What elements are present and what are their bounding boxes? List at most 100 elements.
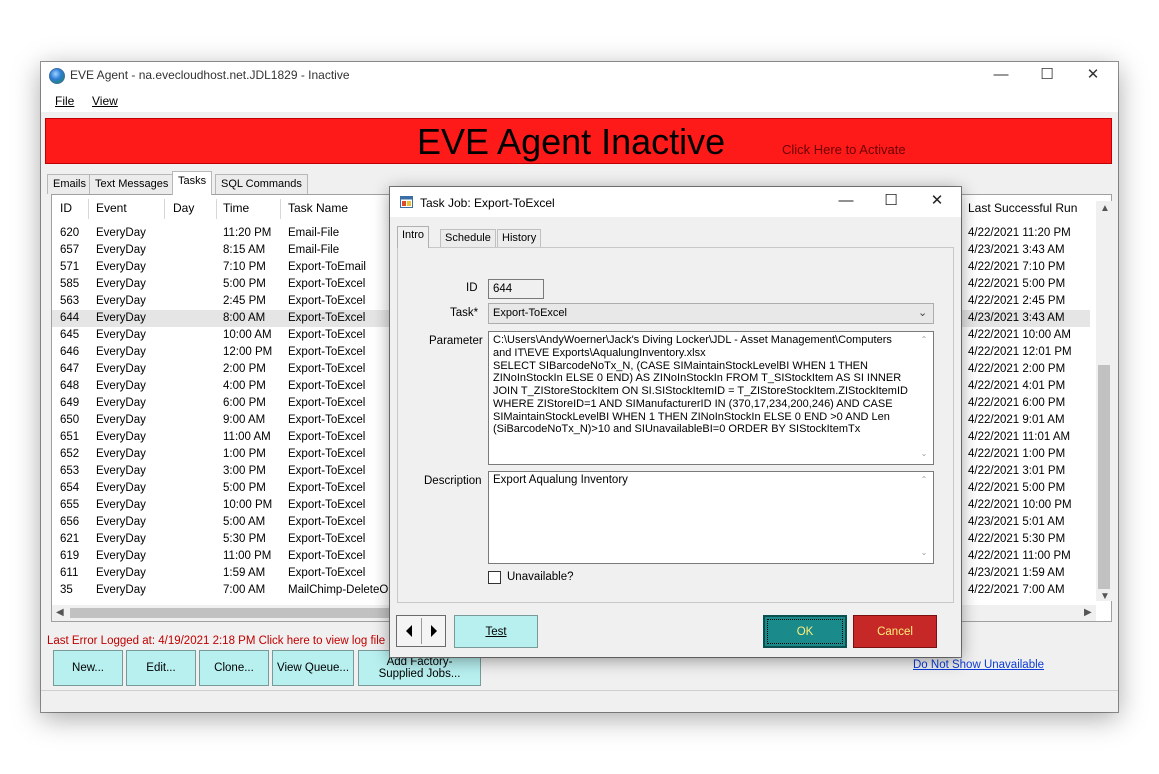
window-title: EVE Agent - na.evecloudhost.net.JDL1829 … — [70, 68, 350, 82]
parameter-label: Parameter — [429, 335, 483, 347]
clone-button[interactable]: Clone... — [199, 650, 269, 686]
id-label: ID — [466, 282, 478, 294]
table-cell: 655 — [60, 499, 80, 511]
table-cell: 5:00 PM — [223, 278, 266, 290]
unavailable-label[interactable]: Unavailable? — [507, 571, 574, 583]
navigator-divider — [421, 618, 422, 644]
add-factory-jobs-label: Add Factory-Supplied Jobs... — [378, 656, 461, 680]
tab-tasks[interactable]: Tasks — [172, 171, 213, 195]
scroll-left-icon[interactable]: ◀ — [56, 607, 64, 618]
table-cell: 654 — [60, 482, 80, 494]
column-divider[interactable] — [164, 199, 165, 219]
table-cell: 12:00 PM — [223, 346, 273, 358]
cancel-button[interactable]: Cancel — [853, 615, 937, 648]
table-cell: 8:15 AM — [223, 244, 266, 256]
task-select[interactable]: Export-ToExcel — [488, 303, 934, 324]
menu-view[interactable]: View — [92, 94, 118, 108]
table-cell: 652 — [60, 448, 80, 460]
table-cell: 653 — [60, 465, 80, 477]
table-cell: 4/22/2021 4:01 PM — [968, 380, 1066, 392]
dialog-title-bar[interactable]: Task Job: Export-ToExcel — ☐ ✕ — [390, 187, 961, 217]
horizontal-scroll-thumb[interactable] — [70, 608, 410, 618]
scroll-down-icon[interactable]: ▼ — [1100, 591, 1110, 602]
do-not-show-unavailable-link[interactable]: Do Not Show Unavailable — [913, 659, 1044, 671]
tab-sql-commands[interactable]: SQL Commands — [215, 174, 308, 194]
parameter-textarea[interactable]: C:\Users\AndyWoerner\Jack's Diving Locke… — [488, 331, 934, 465]
task-label: Task* — [450, 307, 479, 319]
table-cell: Export-ToExcel — [288, 363, 366, 375]
table-cell: 10:00 AM — [223, 329, 272, 341]
table-cell: Export-ToExcel — [288, 448, 366, 460]
tab-intro[interactable]: Intro — [397, 226, 430, 248]
scroll-up-icon[interactable]: ⌃ — [916, 475, 932, 484]
scroll-down-icon[interactable]: ⌄ — [916, 548, 932, 557]
view-queue-button[interactable]: View Queue... — [272, 650, 354, 686]
tab-emails[interactable]: Emails — [47, 174, 93, 194]
column-divider[interactable] — [88, 199, 89, 219]
table-cell: Export-ToExcel — [288, 550, 366, 562]
table-cell: Export-ToExcel — [288, 278, 366, 290]
error-log-link[interactable]: Last Error Logged at: 4/19/2021 2:18 PM … — [47, 635, 385, 647]
column-header-last-run[interactable]: Last Successful Run — [968, 201, 1077, 215]
table-cell: Export-ToExcel — [288, 431, 366, 443]
previous-arrow-icon[interactable] — [406, 625, 412, 637]
chevron-down-icon[interactable]: ⌄ — [918, 306, 927, 319]
table-cell: Export-ToExcel — [288, 499, 366, 511]
title-bar[interactable]: EVE Agent - na.evecloudhost.net.JDL1829 … — [41, 62, 1118, 90]
column-header-day[interactable]: Day — [173, 201, 194, 215]
tab-history[interactable]: History — [497, 229, 542, 247]
table-cell: 656 — [60, 516, 80, 528]
column-divider[interactable] — [216, 199, 217, 219]
table-cell: EveryDay — [96, 499, 146, 511]
tab-schedule[interactable]: Schedule — [440, 229, 496, 247]
menu-file[interactable]: File — [55, 94, 74, 108]
table-cell: 1:59 AM — [223, 567, 266, 579]
column-header-task-name[interactable]: Task Name — [288, 201, 348, 215]
menu-bar: File View — [41, 90, 1118, 112]
activate-link[interactable]: Click Here to Activate — [782, 142, 906, 157]
table-cell: 585 — [60, 278, 80, 290]
table-cell: EveryDay — [96, 567, 146, 579]
tab-text-messages[interactable]: Text Messages — [89, 174, 175, 194]
new-button[interactable]: New... — [53, 650, 123, 686]
close-button[interactable]: ✕ — [1070, 62, 1116, 90]
table-cell: Email-File — [288, 244, 340, 256]
table-cell: 4/22/2021 11:00 PM — [968, 550, 1071, 562]
table-cell: EveryDay — [96, 346, 146, 358]
scroll-down-icon[interactable]: ⌄ — [916, 449, 932, 458]
table-cell: EveryDay — [96, 533, 146, 545]
table-cell: 11:20 PM — [223, 227, 272, 239]
table-cell: 4/22/2021 12:01 PM — [968, 346, 1072, 358]
test-button-label: Test — [485, 625, 507, 638]
table-cell: Export-ToExcel — [288, 516, 366, 528]
table-cell: 4/22/2021 6:00 PM — [968, 397, 1066, 409]
test-button[interactable]: Test — [454, 615, 538, 648]
unavailable-checkbox[interactable] — [488, 571, 501, 584]
next-arrow-icon[interactable] — [431, 625, 437, 637]
description-textarea[interactable]: Export Aqualung Inventory — [488, 471, 934, 564]
table-cell: EveryDay — [96, 244, 146, 256]
ok-button[interactable]: OK — [763, 615, 847, 648]
app-icon — [49, 68, 65, 84]
dialog-maximize-button[interactable]: ☐ — [868, 190, 914, 214]
status-banner[interactable]: EVE Agent Inactive Click Here to Activat… — [45, 118, 1112, 164]
table-cell: 4/22/2021 11:20 PM — [968, 227, 1071, 239]
dialog-close-button[interactable]: ✕ — [914, 190, 960, 214]
column-header-event[interactable]: Event — [96, 201, 127, 215]
table-cell: 1:00 PM — [223, 448, 266, 460]
vertical-scroll-thumb[interactable] — [1098, 365, 1110, 589]
maximize-button[interactable]: ☐ — [1024, 62, 1070, 90]
minimize-button[interactable]: — — [978, 62, 1024, 90]
dialog-minimize-button[interactable]: — — [823, 190, 869, 214]
column-divider[interactable] — [280, 199, 281, 219]
table-cell: 645 — [60, 329, 80, 341]
table-cell: 4/23/2021 3:43 AM — [968, 244, 1065, 256]
column-header-id[interactable]: ID — [60, 201, 72, 215]
scroll-right-icon[interactable]: ▶ — [1084, 607, 1092, 618]
column-header-time[interactable]: Time — [223, 201, 249, 215]
scroll-up-icon[interactable]: ▲ — [1100, 203, 1110, 214]
table-cell: 646 — [60, 346, 80, 358]
scroll-up-icon[interactable]: ⌃ — [916, 335, 932, 344]
table-cell: 4/22/2021 5:30 PM — [968, 533, 1066, 545]
edit-button[interactable]: Edit... — [126, 650, 196, 686]
